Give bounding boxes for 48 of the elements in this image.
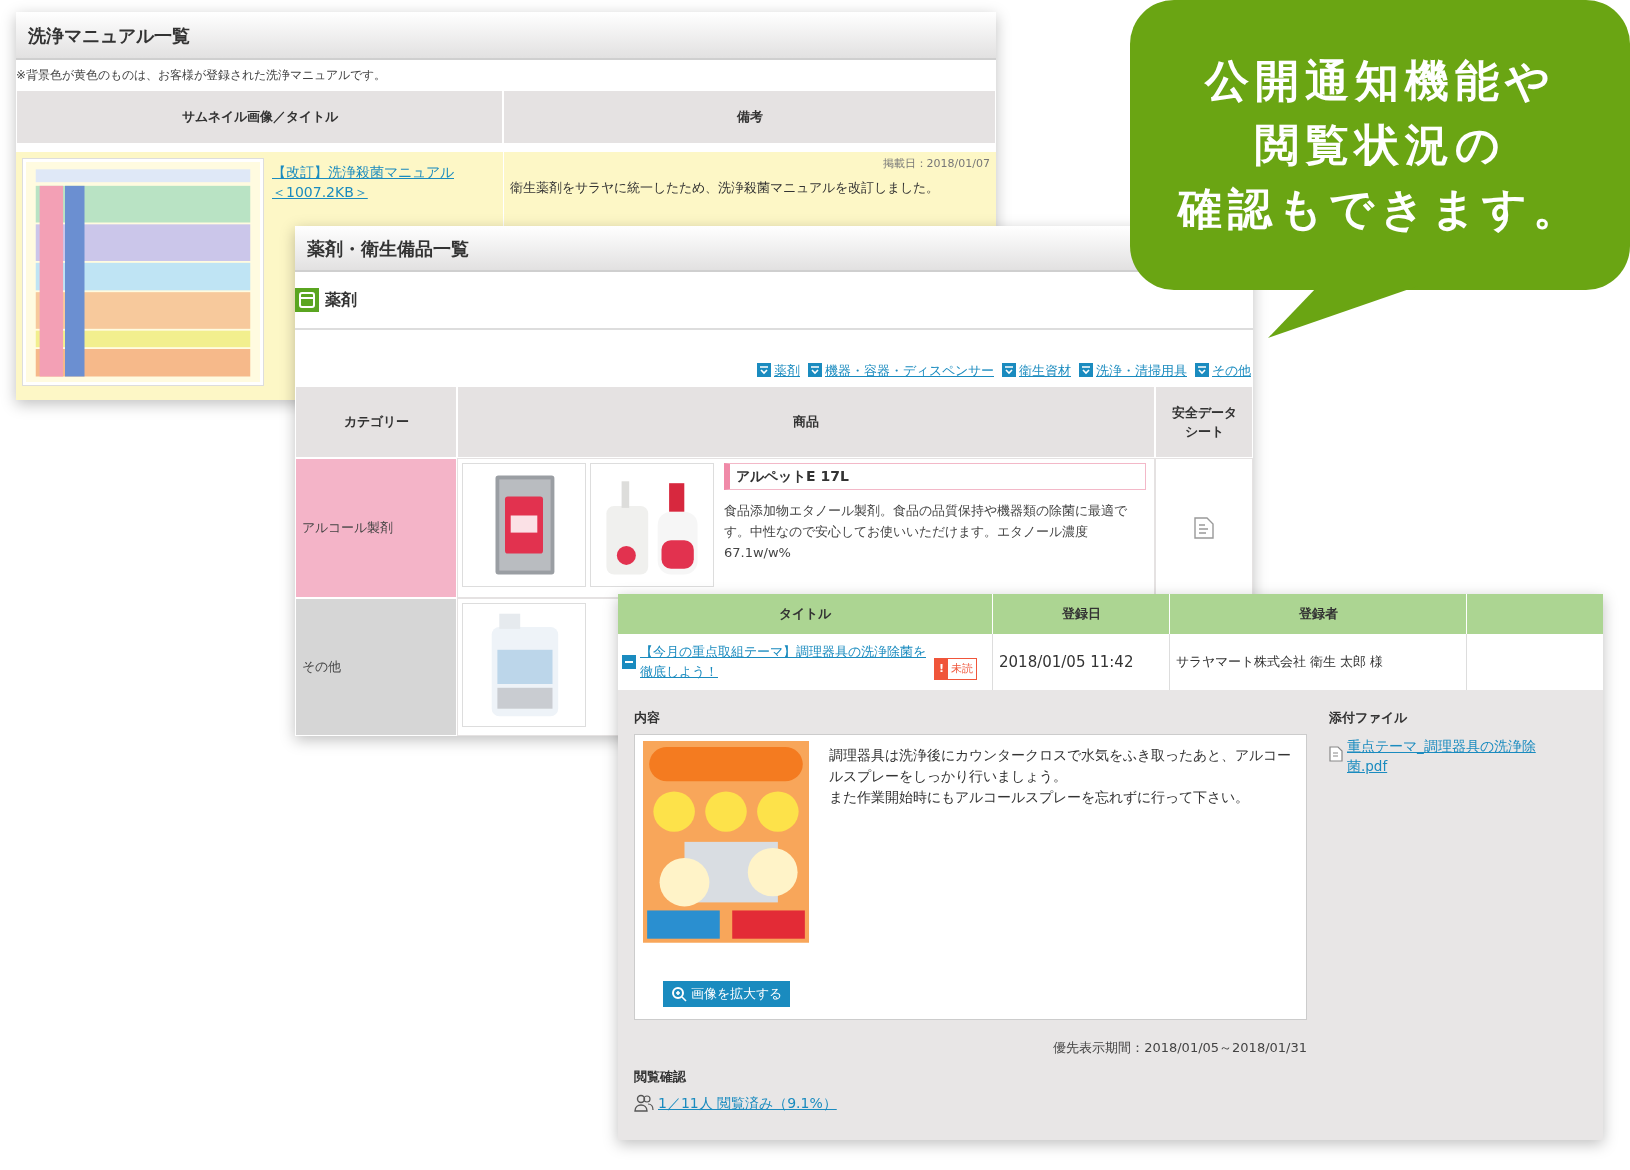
product-description: 食品添加物エタノール製剤。食品の品質保持や機器類の除菌に最適です。中性なので安心してお使いいただけます。エタノール濃度67.1w/w% [724, 502, 1128, 562]
arrow-down-icon [808, 363, 822, 378]
manual-link[interactable]: 【改訂】洗浄殺菌マニュアル [272, 162, 454, 182]
arrow-down-icon [1002, 363, 1016, 378]
panel-title: 薬剤・衛生備品一覧 [307, 236, 469, 261]
arrow-down-icon [1079, 363, 1093, 378]
content-label: 内容 [634, 709, 661, 727]
category-link[interactable]: 薬剤 [757, 360, 800, 380]
attachment-link[interactable]: 重点テーマ_調理器具の洗浄除菌.pdf [1347, 735, 1547, 776]
read-status-link[interactable]: 1／11人 閲覧済み（9.1%） [658, 1092, 837, 1114]
column-header: 登録者 [1170, 594, 1467, 634]
unread-badge: ! 未読 [934, 658, 978, 680]
file-size-link[interactable]: ＜1007.2KB＞ [272, 182, 368, 202]
product-name: アルペットE 17L [724, 463, 1146, 490]
display-period: 優先表示期間：2018/01/05～2018/01/31 [1053, 1038, 1307, 1057]
people-icon [634, 1093, 654, 1113]
attachments-label: 添付ファイル [1329, 709, 1408, 727]
column-header: カテゴリー [295, 386, 457, 458]
section-title: 薬剤 [325, 289, 357, 312]
column-header: 備考 [503, 90, 996, 144]
column-header: 登録日 [993, 594, 1170, 634]
callout-text: 確認もできます。 [1177, 182, 1583, 236]
arrow-down-icon [1195, 363, 1209, 378]
category-link[interactable]: 洗浄・清掃用具 [1079, 360, 1187, 380]
column-header: サムネイル画像／タイトル [16, 90, 503, 144]
arrow-down-icon [757, 363, 771, 378]
column-header: 商品 [457, 386, 1155, 458]
enlarge-image-button[interactable]: 画像を拡大する [662, 980, 790, 1007]
callout-text: 閲覧状況の [1254, 118, 1506, 172]
note-text: ※背景色が黄色のものは、お客様が登録された洗浄マニュアルです。 [16, 67, 388, 84]
read-check-label: 閲覧確認 [634, 1068, 687, 1086]
body-text: また作業開始時にもアルコールスプレーを忘れずに行って下さい。 [829, 787, 1250, 807]
file-icon [1329, 745, 1343, 762]
date-cell: 2018/01/05 11:42 [993, 634, 1170, 690]
collapse-icon[interactable] [622, 655, 636, 669]
body-text: 調理器具は洗浄後にカウンタークロスで水気をふき取ったあと、アルコールスプレーをしっかり行いましょう。 [829, 745, 1292, 786]
column-header: タイトル [618, 594, 993, 634]
column-header: 安全データシート [1155, 386, 1253, 458]
zoom-in-icon [670, 985, 687, 1002]
panel-title: 洗浄マニュアル一覧 [28, 23, 190, 48]
category-cell: その他 [295, 598, 457, 736]
category-cell: アルコール製剤 [295, 458, 457, 598]
callout-text: 公開通知機能や [1204, 54, 1556, 108]
author-cell: サラヤマート株式会社 衛生 太郎 様 [1170, 634, 1467, 690]
remark-text: 衛生薬剤をサラヤに統一したため、洗浄殺菌マニュアルを改訂しました。 [510, 178, 940, 197]
document-icon[interactable] [1194, 517, 1214, 539]
notice-title-link[interactable]: 【今月の重点取組テーマ】調理器具の洗浄除菌を徹底しよう！ [640, 642, 930, 682]
posted-date: 掲載日：2018/01/07 [882, 156, 990, 172]
